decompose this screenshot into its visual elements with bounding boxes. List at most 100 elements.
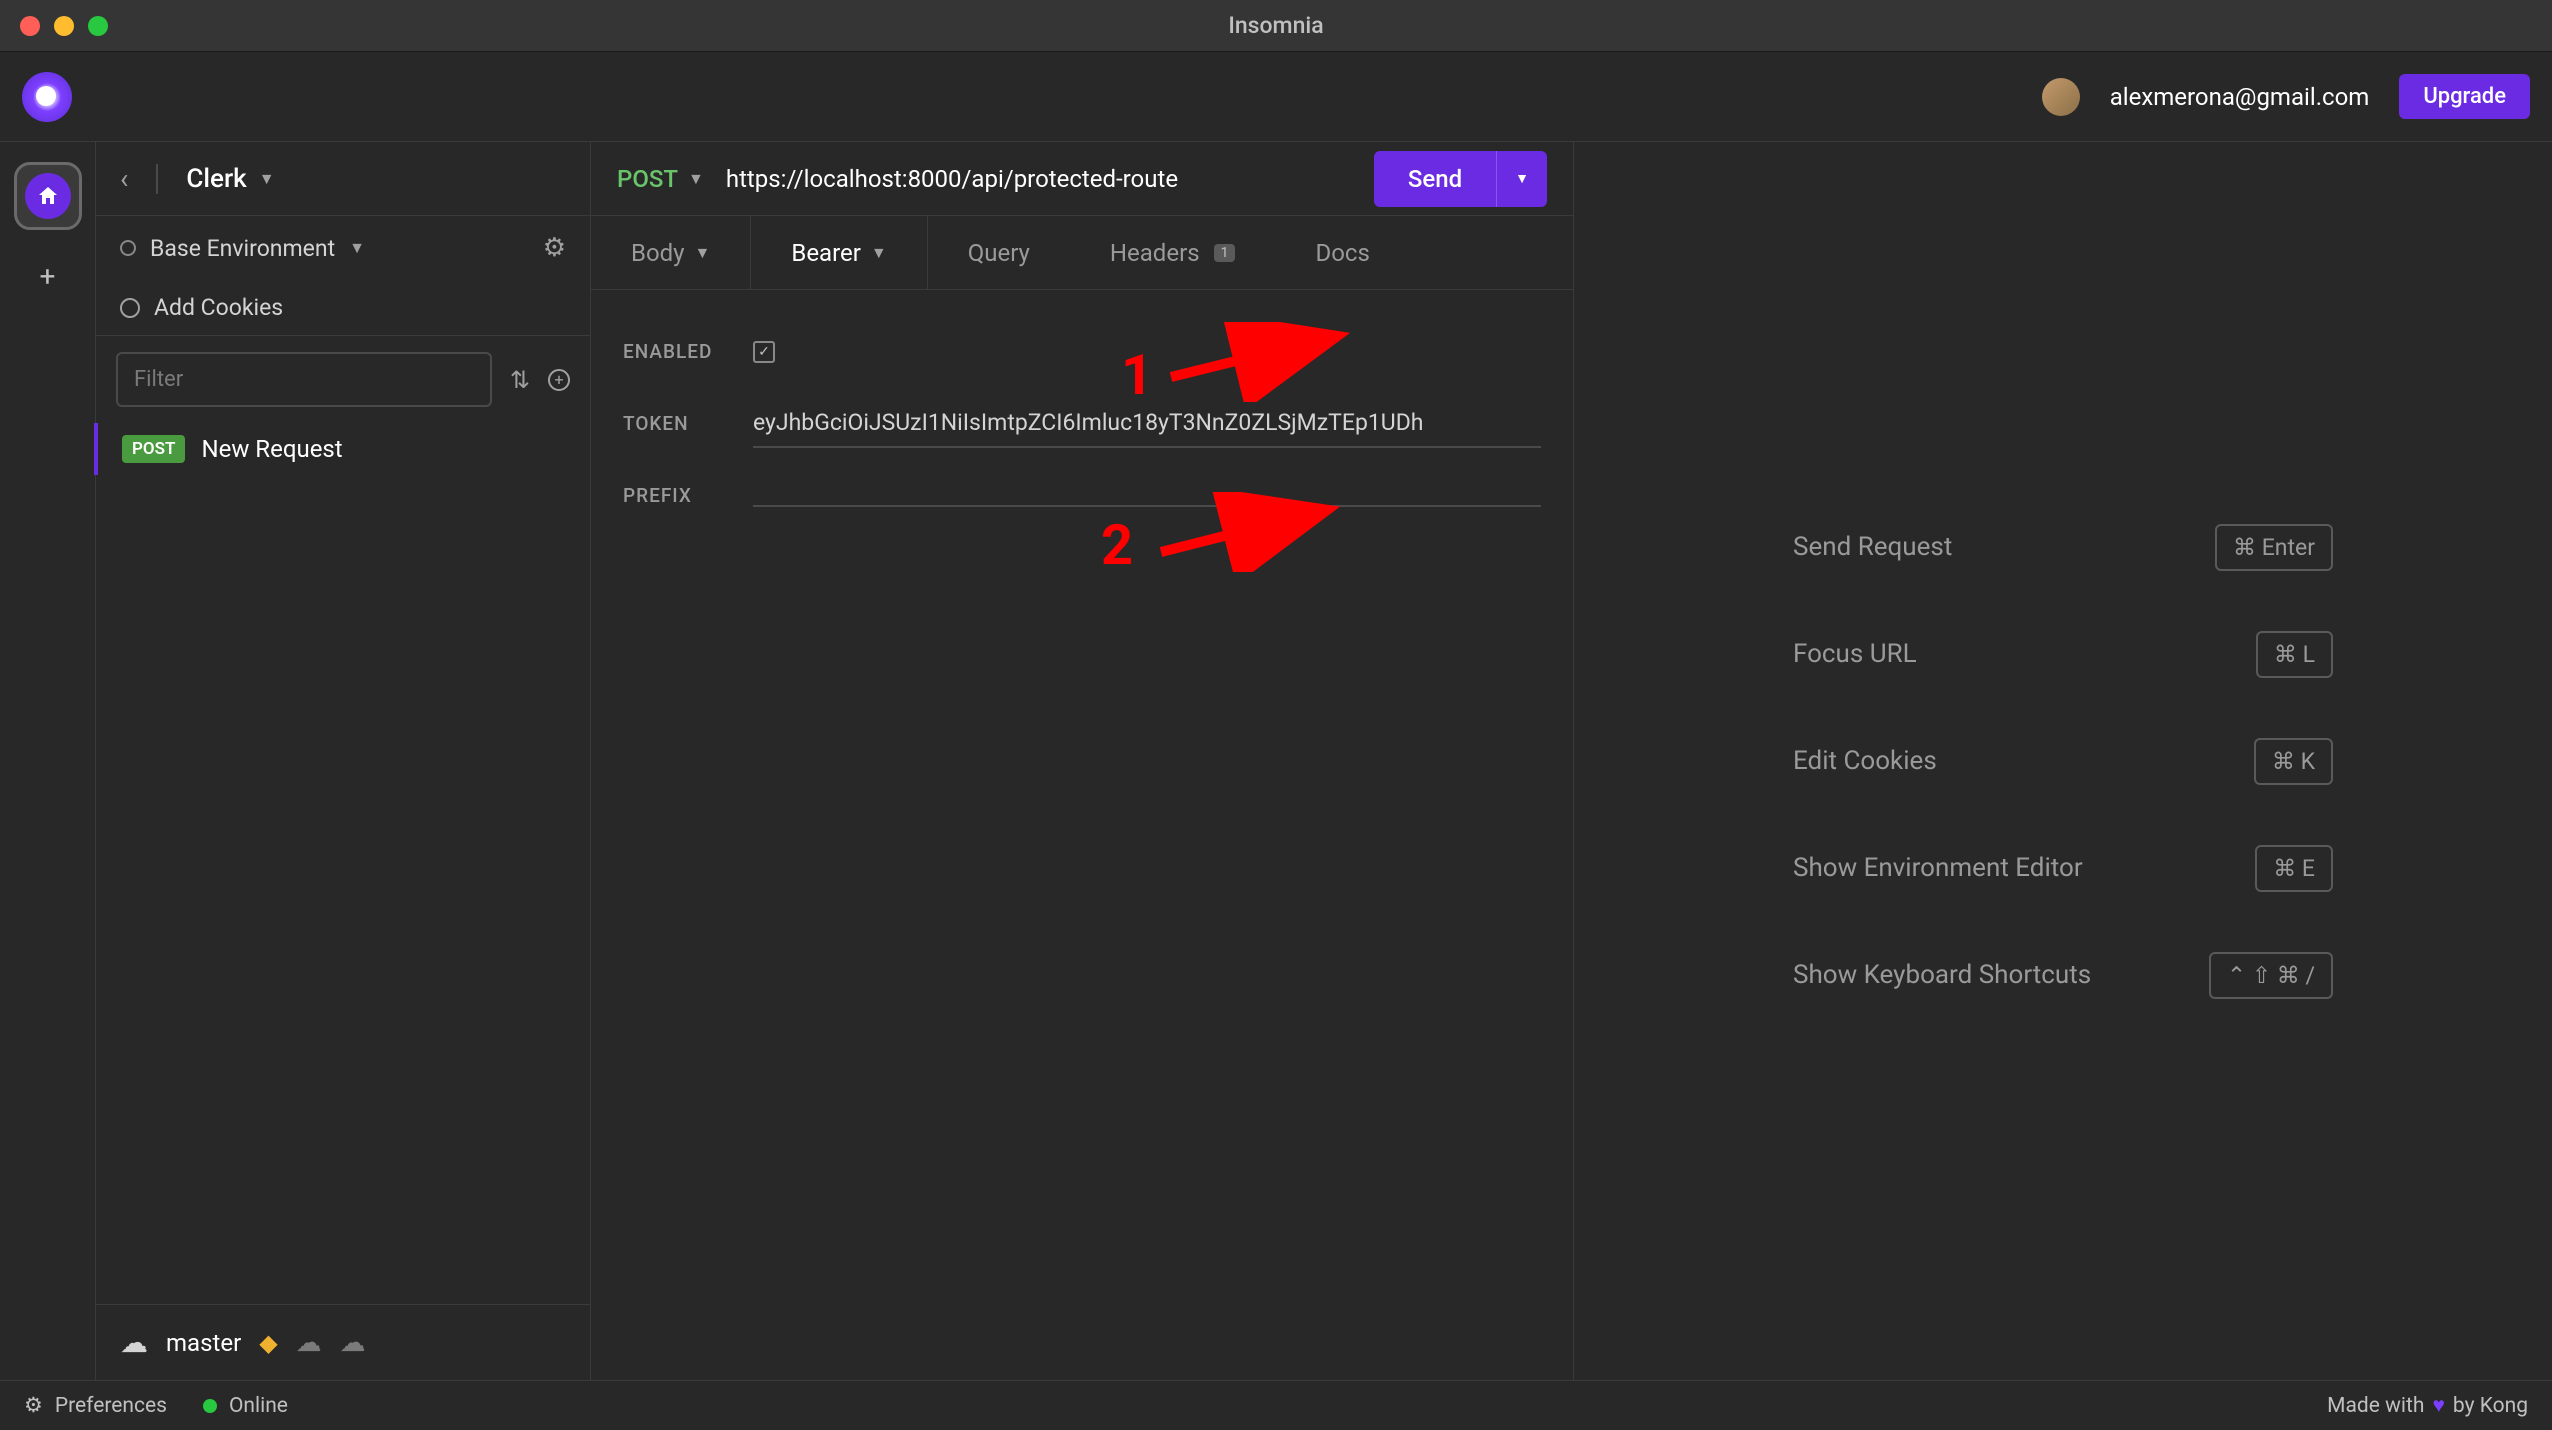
app-title: Insomnia [1228,12,1323,39]
chevron-down-icon: ▼ [871,243,887,263]
by-kong-label: by Kong [2453,1394,2528,1418]
tab-bearer[interactable]: Bearer ▼ [751,216,927,289]
token-input[interactable]: eyJhbGciOiJSUzI1NiIsImtpZCI6Imluc18yT3Nn… [753,399,1541,448]
status-left: ⚙ Preferences Online [24,1393,288,1418]
preferences-button[interactable]: ⚙ Preferences [24,1393,167,1418]
shortcut-env-editor: Show Environment Editor ⌘ E [1793,845,2333,892]
shortcut-label: Focus URL [1793,639,1917,669]
left-rail: + [0,142,96,1380]
home-rail-button[interactable] [14,162,82,230]
chevron-down-icon: ▼ [259,169,275,189]
tab-body[interactable]: Body ▼ [591,216,751,289]
send-button[interactable]: Send [1374,151,1496,207]
environment-dot-icon [120,240,136,256]
headers-count-badge: 1 [1214,244,1236,262]
add-cookies-button[interactable]: Add Cookies [96,280,590,336]
avatar[interactable] [2042,78,2080,116]
cloud-icon: ☁ [120,1326,148,1359]
sidebar: ‹ Clerk ▼ Base Environment ▼ ⚙ Add Cooki… [96,142,591,1380]
request-item[interactable]: POST New Request [94,423,590,475]
add-workspace-button[interactable]: + [40,260,56,293]
filter-row: ⇅ + [96,336,590,423]
titlebar: Insomnia [0,0,2552,52]
url-bar: POST ▼ https://localhost:8000/api/protec… [591,142,1573,216]
method-badge: POST [122,435,185,463]
sidebar-header: ‹ Clerk ▼ [96,142,590,216]
shortcut-edit-cookies: Edit Cookies ⌘ K [1793,738,2333,785]
tab-docs[interactable]: Docs [1275,216,1409,289]
shortcut-label: Send Request [1793,532,1952,562]
cloud-download-icon[interactable]: ☁ [296,1328,322,1358]
heart-icon: ♥ [2432,1394,2444,1418]
send-dropdown-button[interactable]: ▼ [1496,151,1547,207]
enabled-checkbox[interactable] [753,341,775,363]
chevron-down-icon: ▼ [688,169,704,189]
cookie-icon [120,298,140,318]
tab-headers[interactable]: Headers 1 [1070,216,1276,289]
divider [156,164,158,194]
upgrade-button[interactable]: Upgrade [2399,74,2530,119]
back-button[interactable]: ‹ [120,162,128,195]
shortcut-label: Show Environment Editor [1793,853,2083,883]
sidebar-footer: ☁ master ◆ ☁ ☁ [96,1304,590,1380]
header-bar: alexmerona@gmail.com Upgrade [0,52,2552,142]
shortcut-label: Edit Cookies [1793,746,1937,776]
maximize-window-button[interactable] [88,16,108,36]
prefix-input[interactable] [753,485,1541,507]
send-button-group: Send ▼ [1374,151,1547,207]
chevron-down-icon: ▼ [349,238,365,258]
shortcut-key: ⌃ ⇧ ⌘ / [2209,952,2333,999]
shortcut-key: ⌘ L [2256,631,2333,678]
tab-body-label: Body [631,239,685,267]
prefix-label: PREFIX [623,484,753,507]
tab-headers-label: Headers [1110,239,1200,267]
shortcut-key: ⌘ K [2254,738,2333,785]
request-pane: POST ▼ https://localhost:8000/api/protec… [591,142,1574,1380]
auth-enabled-row: ENABLED [623,322,1541,381]
online-dot-icon [203,1399,217,1413]
tab-query[interactable]: Query [928,216,1070,289]
preferences-label: Preferences [55,1394,167,1418]
add-request-button[interactable]: + [548,369,570,391]
statusbar: ⚙ Preferences Online Made with ♥ by Kong [0,1380,2552,1430]
close-window-button[interactable] [20,16,40,36]
branch-name[interactable]: master [166,1329,241,1357]
cube-icon[interactable]: ◆ [259,1329,277,1357]
shortcut-send-request: Send Request ⌘ Enter [1793,524,2333,571]
tab-docs-label: Docs [1315,239,1369,267]
made-with-label: Made with [2327,1394,2424,1418]
url-input[interactable]: https://localhost:8000/api/protected-rou… [726,165,1352,193]
method-label: POST [617,165,678,193]
shortcut-focus-url: Focus URL ⌘ L [1793,631,2333,678]
environment-settings-button[interactable]: ⚙ [543,233,566,263]
shortcut-keyboard: Show Keyboard Shortcuts ⌃ ⇧ ⌘ / [1793,952,2333,999]
shortcuts-list: Send Request ⌘ Enter Focus URL ⌘ L Edit … [1793,524,2333,999]
request-item-name: New Request [201,435,342,463]
tab-query-label: Query [968,239,1030,267]
made-with-love: Made with ♥ by Kong [2327,1394,2528,1418]
add-cookies-label: Add Cookies [154,294,283,321]
method-select[interactable]: POST ▼ [617,165,704,193]
filter-input[interactable] [116,352,492,407]
enabled-label: ENABLED [623,340,753,363]
auth-token-row: TOKEN eyJhbGciOiJSUzI1NiIsImtpZCI6Imluc1… [623,381,1541,466]
response-pane: Send Request ⌘ Enter Focus URL ⌘ L Edit … [1574,142,2552,1380]
user-email[interactable]: alexmerona@gmail.com [2110,83,2370,111]
shortcut-label: Show Keyboard Shortcuts [1793,960,2091,990]
environment-row: Base Environment ▼ ⚙ [96,216,590,280]
shortcut-key: ⌘ Enter [2215,524,2333,571]
online-status[interactable]: Online [203,1394,288,1418]
sort-button[interactable]: ⇅ [510,366,530,394]
environment-label: Base Environment [150,235,335,262]
request-tabs: Body ▼ Bearer ▼ Query Headers 1 Docs [591,216,1573,290]
cloud-upload-icon[interactable]: ☁ [340,1328,366,1358]
auth-body: ENABLED TOKEN eyJhbGciOiJSUzI1NiIsImtpZC… [591,290,1573,557]
workspace-name-label: Clerk [186,164,246,194]
token-label: TOKEN [623,412,753,435]
environment-dropdown[interactable]: Base Environment ▼ [120,235,365,262]
auth-prefix-row: PREFIX [623,466,1541,525]
minimize-window-button[interactable] [54,16,74,36]
tab-bearer-label: Bearer [791,239,861,267]
workspace-dropdown[interactable]: Clerk ▼ [186,164,274,194]
insomnia-logo-icon[interactable] [22,72,72,122]
